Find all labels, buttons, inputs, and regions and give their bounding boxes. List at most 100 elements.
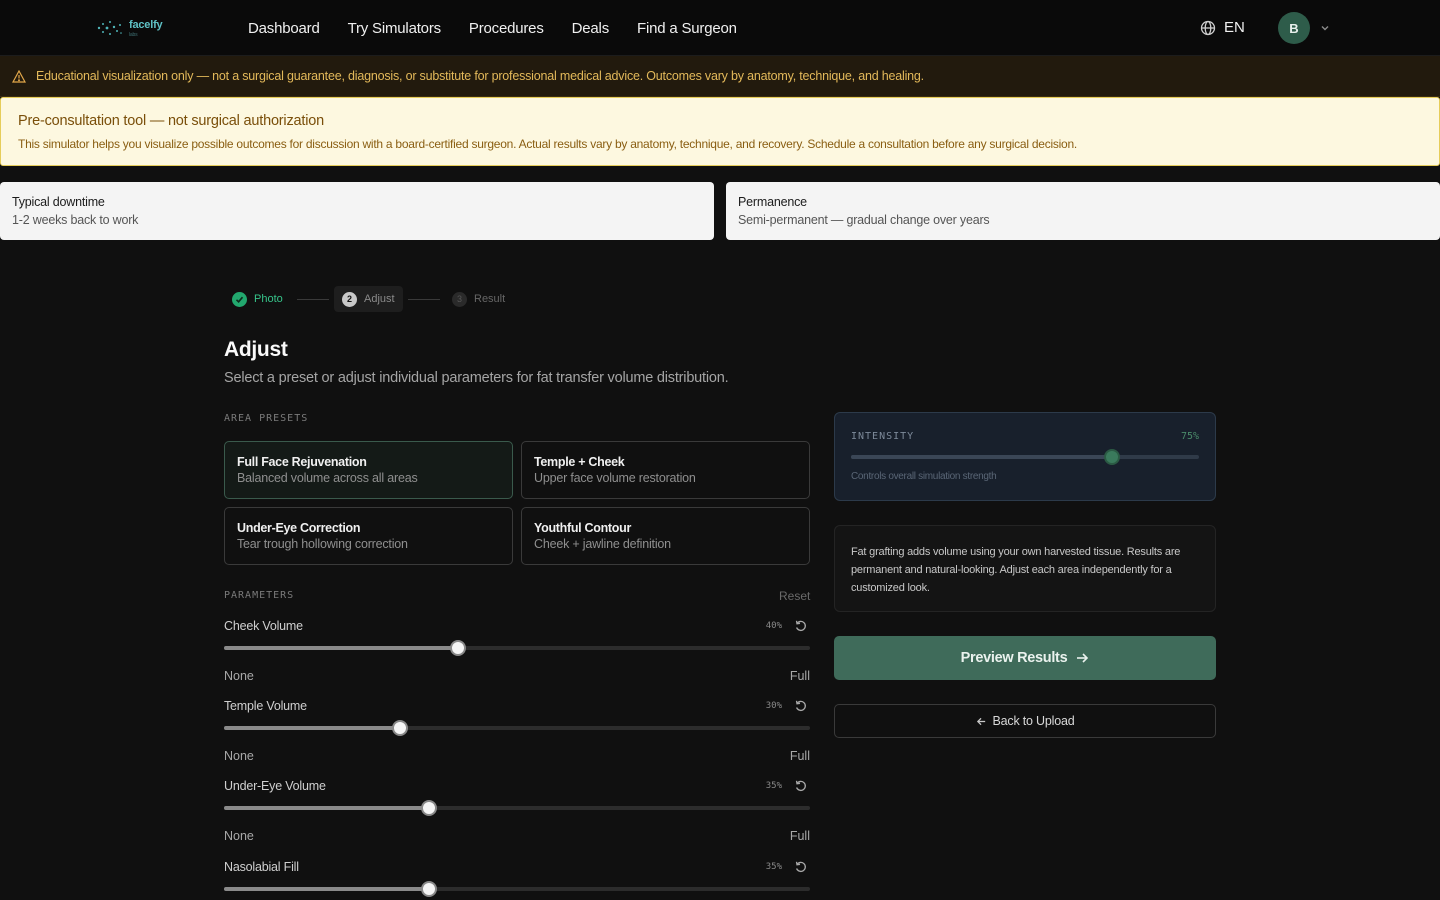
notice-title: Pre-consultation tool — not surgical aut…: [18, 113, 324, 129]
step-connector: [297, 299, 329, 300]
reset-icon[interactable]: [794, 779, 808, 793]
preset-temple-cheek[interactable]: Temple + Cheek Upper face volume restora…: [521, 441, 810, 499]
param-under-eye-volume: Under-Eye Volume 35% None Full: [224, 779, 810, 859]
step-photo-label: Photo: [254, 293, 283, 305]
param-temple-volume: Temple Volume 30% None Full: [224, 699, 810, 779]
back-to-upload-button[interactable]: Back to Upload: [834, 704, 1216, 738]
step-adjust[interactable]: 2 Adjust: [334, 286, 403, 312]
nav-dashboard[interactable]: Dashboard: [248, 20, 320, 37]
nav-find-surgeon[interactable]: Find a Surgeon: [637, 20, 737, 37]
logo[interactable]: facelfy labs: [96, 14, 176, 42]
param-value: 30%: [765, 701, 782, 711]
param-slider[interactable]: [224, 800, 810, 816]
slider-thumb[interactable]: [421, 881, 438, 897]
disclaimer-text: Educational visualization only — not a s…: [36, 69, 924, 83]
page-subtitle: Select a preset or adjust individual par…: [224, 370, 729, 386]
preset-desc: Cheek + jawline definition: [534, 537, 671, 551]
slider-fill: [851, 455, 1112, 459]
consultation-notice: Pre-consultation tool — not surgical aut…: [0, 97, 1440, 166]
procedure-info: Fat grafting adds volume using your own …: [834, 525, 1216, 612]
preset-name: Under-Eye Correction: [237, 521, 361, 535]
intensity-hint: Controls overall simulation strength: [851, 471, 997, 482]
preset-full-face[interactable]: Full Face Rejuvenation Balanced volume a…: [224, 441, 513, 499]
downtime-value: 1-2 weeks back to work: [12, 213, 139, 227]
language-switcher[interactable]: EN: [1200, 19, 1245, 36]
param-value: 40%: [765, 621, 782, 631]
reset-icon[interactable]: [794, 699, 808, 713]
intensity-slider[interactable]: [851, 449, 1199, 465]
preset-youthful-contour[interactable]: Youthful Contour Cheek + jawline definit…: [521, 507, 810, 565]
permanence-label: Permanence: [738, 195, 807, 209]
arrow-left-icon: [976, 717, 985, 725]
avatar[interactable]: B: [1278, 12, 1310, 44]
preset-name: Temple + Cheek: [534, 455, 625, 469]
nav-procedures[interactable]: Procedures: [469, 20, 544, 37]
progress-stepper: Photo 2 Adjust 3 Result: [224, 286, 524, 312]
chevron-down-icon[interactable]: [1319, 22, 1331, 34]
globe-icon: [1200, 20, 1216, 35]
slider-min-label: None: [224, 749, 254, 763]
param-cheek-volume: Cheek Volume 40% None Full: [224, 619, 810, 699]
slider-max-label: Full: [789, 669, 810, 683]
intensity-label: INTENSITY: [851, 431, 915, 442]
top-navigation: facelfy labs Dashboard Try Simulators Pr…: [0, 0, 1440, 56]
slider-fill: [224, 887, 430, 891]
check-icon: [232, 291, 247, 307]
param-slider[interactable]: [224, 640, 810, 656]
param-value: 35%: [765, 862, 782, 872]
notice-body: This simulator helps you visualize possi…: [18, 137, 1077, 151]
brand-subtitle: labs: [129, 32, 138, 38]
slider-max-label: Full: [789, 829, 810, 843]
param-slider[interactable]: [224, 720, 810, 736]
param-nasolabial-fill: Nasolabial Fill 35%: [224, 860, 810, 900]
slider-thumb[interactable]: [450, 640, 467, 656]
step-photo[interactable]: Photo: [232, 286, 283, 312]
permanence-value: Semi-permanent — gradual change over yea…: [738, 213, 990, 227]
reset-icon[interactable]: [794, 860, 808, 874]
preview-results-label: Preview Results: [960, 650, 1068, 666]
preset-under-eye[interactable]: Under-Eye Correction Tear trough hollowi…: [224, 507, 513, 565]
preset-name: Full Face Rejuvenation: [237, 455, 367, 469]
step-result-number: 3: [452, 291, 467, 307]
slider-min-label: None: [224, 829, 254, 843]
main-nav: Dashboard Try Simulators Procedures Deal…: [248, 0, 737, 56]
reset-all-button[interactable]: Reset: [779, 589, 810, 603]
param-value: 35%: [765, 781, 782, 791]
param-label: Temple Volume: [224, 699, 307, 713]
preset-desc: Balanced volume across all areas: [237, 471, 418, 485]
step-result[interactable]: 3 Result: [452, 286, 505, 312]
permanence-card: Permanence Semi-permanent — gradual chan…: [726, 182, 1440, 240]
warning-icon: [12, 69, 26, 83]
slider-thumb[interactable]: [421, 800, 438, 816]
intensity-value: 75%: [1180, 431, 1199, 442]
language-label: EN: [1224, 19, 1245, 36]
slider-thumb[interactable]: [391, 720, 408, 736]
back-to-upload-label: Back to Upload: [992, 714, 1075, 728]
downtime-card: Typical downtime 1-2 weeks back to work: [0, 182, 714, 240]
slider-max-label: Full: [789, 749, 810, 763]
presets-heading: AREA PRESETS: [224, 413, 309, 424]
preset-desc: Tear trough hollowing correction: [237, 537, 408, 551]
parameters-heading: PARAMETERS: [224, 590, 295, 601]
reset-icon[interactable]: [794, 619, 808, 633]
preset-desc: Upper face volume restoration: [534, 471, 696, 485]
slider-min-label: None: [224, 669, 254, 683]
nav-try-simulators[interactable]: Try Simulators: [348, 20, 442, 37]
preset-name: Youthful Contour: [534, 521, 632, 535]
disclaimer-banner: Educational visualization only — not a s…: [0, 56, 1440, 97]
slider-fill: [224, 646, 459, 650]
step-result-label: Result: [474, 293, 506, 305]
arrow-right-icon: [1077, 653, 1089, 663]
preview-results-button[interactable]: Preview Results: [834, 636, 1216, 680]
nav-deals[interactable]: Deals: [572, 20, 610, 37]
param-label: Cheek Volume: [224, 619, 303, 633]
slider-thumb[interactable]: [1104, 449, 1120, 465]
step-connector: [408, 299, 440, 300]
intensity-panel: INTENSITY 75% Controls overall simulatio…: [834, 412, 1216, 501]
param-label: Under-Eye Volume: [224, 779, 326, 793]
slider-fill: [224, 806, 430, 810]
slider-fill: [224, 726, 400, 730]
brand-name: facelfy: [129, 19, 163, 31]
param-slider[interactable]: [224, 881, 810, 897]
step-adjust-label: Adjust: [364, 293, 395, 305]
